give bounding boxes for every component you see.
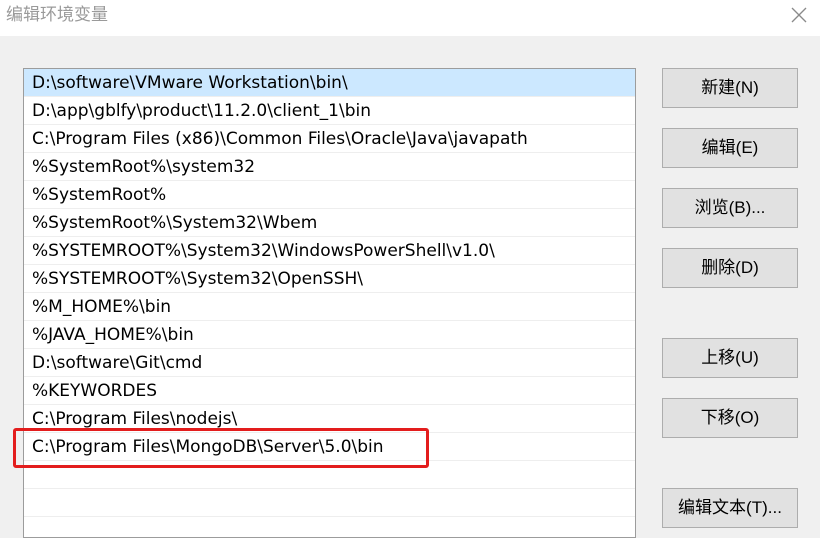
move-down-button[interactable]: 下移(O): [662, 398, 798, 438]
list-item[interactable]: %SYSTEMROOT%\System32\OpenSSH\: [24, 265, 635, 293]
list-item[interactable]: %SystemRoot%: [24, 181, 635, 209]
list-item-mongodb[interactable]: C:\Program Files\MongoDB\Server\5.0\bin: [24, 433, 635, 461]
list-item[interactable]: C:\Program Files (x86)\Common Files\Orac…: [24, 125, 635, 153]
empty-row[interactable]: [24, 489, 635, 517]
title-bar: 编辑环境变量: [0, 0, 820, 36]
new-button[interactable]: 新建(N): [662, 68, 798, 108]
list-item[interactable]: %SYSTEMROOT%\System32\WindowsPowerShell\…: [24, 237, 635, 265]
delete-button[interactable]: 删除(D): [662, 248, 798, 288]
list-item[interactable]: D:\software\Git\cmd: [24, 349, 635, 377]
list-item[interactable]: %SystemRoot%\System32\Wbem: [24, 209, 635, 237]
edit-text-button[interactable]: 编辑文本(T)...: [662, 488, 798, 528]
edit-button[interactable]: 编辑(E): [662, 128, 798, 168]
list-item[interactable]: %M_HOME%\bin: [24, 293, 635, 321]
window-title: 编辑环境变量: [6, 5, 108, 25]
list-item[interactable]: D:\app\gblfy\product\11.2.0\client_1\bin: [24, 97, 635, 125]
list-item[interactable]: D:\software\VMware Workstation\bin\: [24, 69, 635, 97]
path-list[interactable]: D:\software\VMware Workstation\bin\ D:\a…: [23, 68, 636, 538]
close-button[interactable]: [784, 0, 814, 30]
list-item[interactable]: %SystemRoot%\system32: [24, 153, 635, 181]
empty-row[interactable]: [24, 517, 635, 537]
browse-button[interactable]: 浏览(B)...: [662, 188, 798, 228]
move-up-button[interactable]: 上移(U): [662, 338, 798, 378]
list-item[interactable]: C:\Program Files\nodejs\: [24, 405, 635, 433]
close-icon: [791, 7, 807, 23]
list-item[interactable]: %KEYWORDES: [24, 377, 635, 405]
list-item[interactable]: %JAVA_HOME%\bin: [24, 321, 635, 349]
empty-row[interactable]: [24, 461, 635, 489]
